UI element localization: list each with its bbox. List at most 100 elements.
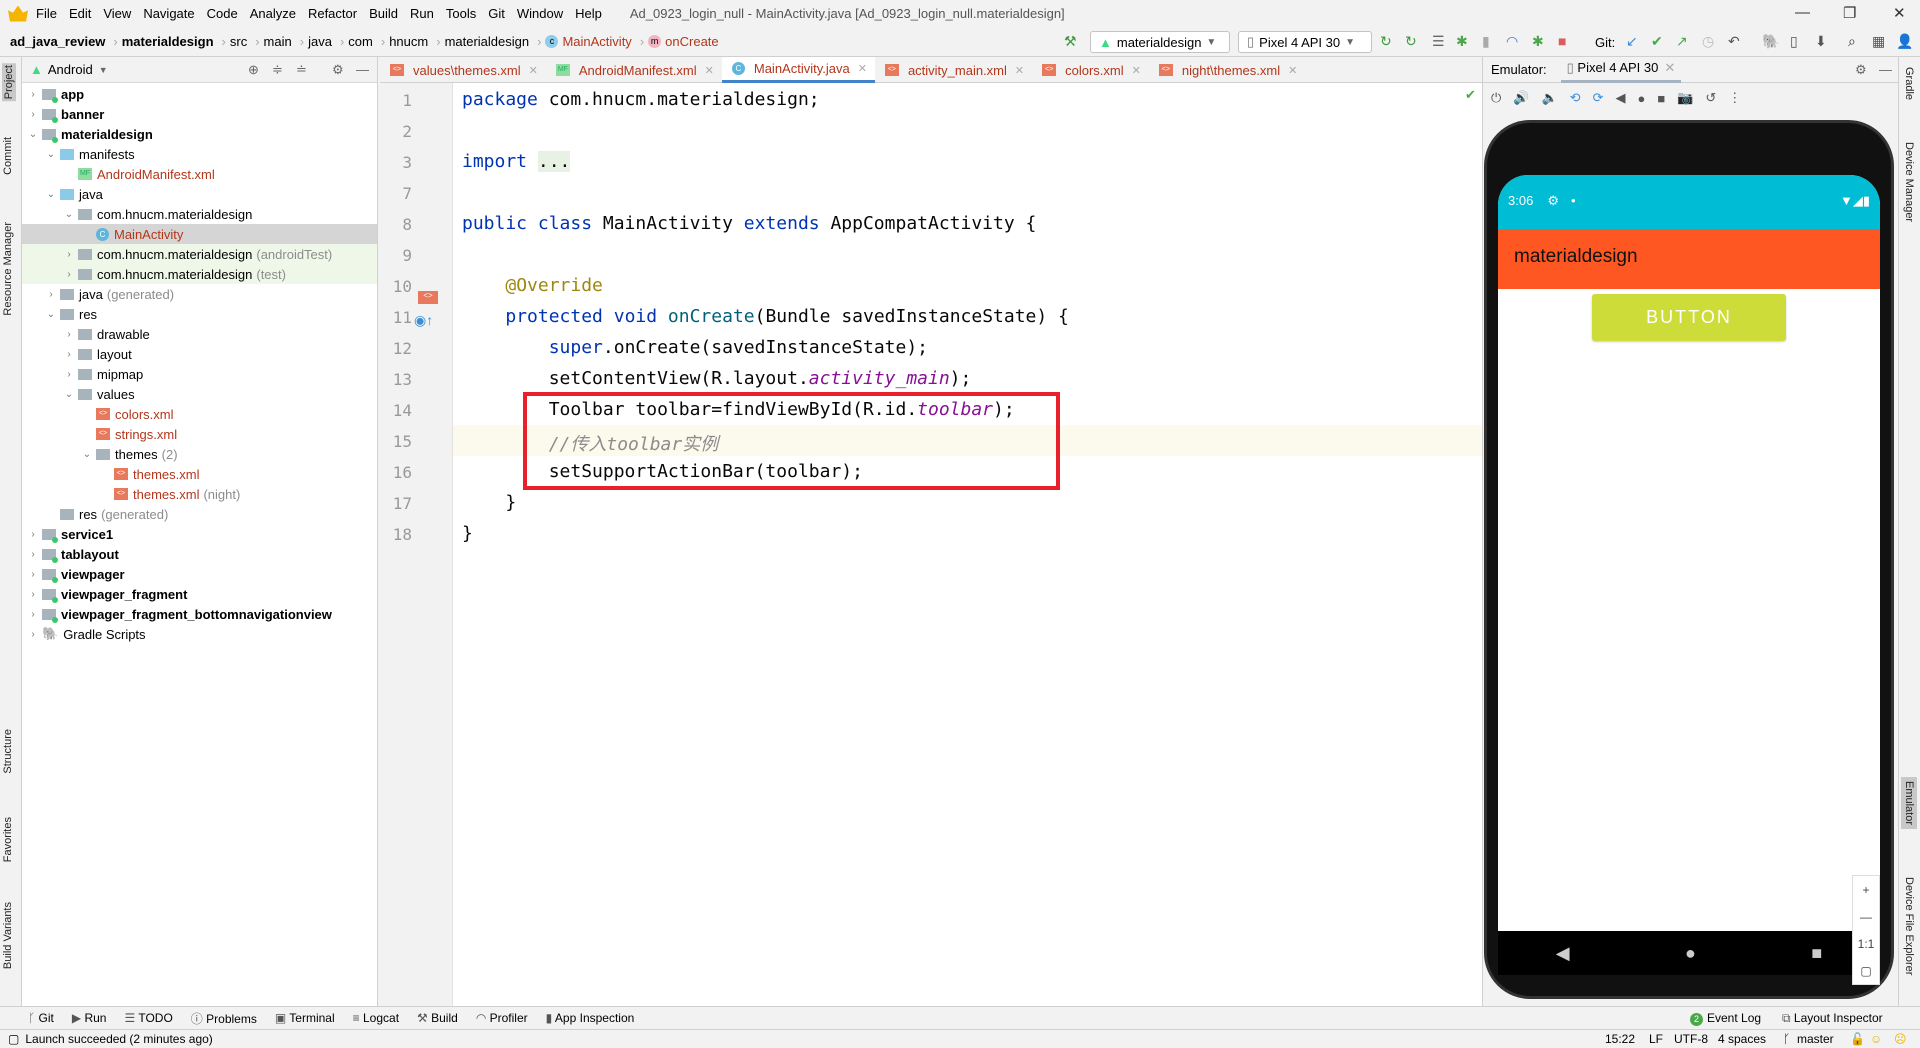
- rollback-icon[interactable]: ↶: [1728, 33, 1740, 50]
- close-icon[interactable]: ✕: [705, 64, 714, 77]
- chevron-right-icon[interactable]: ›: [26, 89, 40, 100]
- close-icon[interactable]: ✕: [1288, 64, 1297, 77]
- tool-window-build[interactable]: ⚒ Build: [417, 1011, 458, 1025]
- nav-recents-icon[interactable]: ■: [1811, 943, 1822, 964]
- git-commit-icon[interactable]: ✔: [1651, 33, 1663, 50]
- tree-item[interactable]: › mipmap: [22, 364, 377, 384]
- chevron-right-icon[interactable]: ›: [26, 589, 40, 600]
- tool-window-logcat[interactable]: ≡ Logcat: [353, 1011, 399, 1025]
- tree-item[interactable]: <> colors.xml: [22, 404, 377, 424]
- tool-window-problems[interactable]: ⓘ Problems: [191, 1010, 257, 1027]
- tree-item[interactable]: <> strings.xml: [22, 424, 377, 444]
- fit-screen-icon[interactable]: ▢: [1860, 964, 1871, 978]
- tool-window-terminal[interactable]: ▣ Terminal: [275, 1011, 335, 1025]
- home-icon[interactable]: ●: [1637, 91, 1645, 106]
- tool-window-run[interactable]: ▶ Run: [72, 1011, 107, 1025]
- tool-window-event-log[interactable]: 2 Event Log: [1690, 1011, 1761, 1026]
- code-editor[interactable]: 1 2 3 7 8 9 10 11 12 13 14 15 16 17 18 package com.hnu…: [380, 83, 1482, 1006]
- tab-mainactivity-java[interactable]: C MainActivity.java ✕: [721, 57, 875, 83]
- gear-icon[interactable]: ⚙: [332, 62, 344, 78]
- tree-item[interactable]: › java (generated): [22, 284, 377, 304]
- app-button[interactable]: BUTTON: [1592, 294, 1786, 341]
- chevron-down-icon[interactable]: ⌄: [26, 129, 40, 140]
- close-icon[interactable]: ✕: [529, 64, 538, 77]
- chevron-right-icon[interactable]: ›: [62, 269, 76, 280]
- tree-item[interactable]: › com.hnucm.materialdesign (androidTest): [22, 244, 377, 264]
- rerun-icon[interactable]: ↻: [1380, 33, 1392, 50]
- breadcrumb-item[interactable]: com: [348, 34, 373, 49]
- power-icon[interactable]: ⏻: [1491, 90, 1501, 106]
- tree-item[interactable]: <> themes.xml: [22, 464, 377, 484]
- device-select[interactable]: ▯ Pixel 4 API 30 ▼: [1238, 31, 1372, 53]
- tool-tab-resource-manager[interactable]: Resource Manager: [2, 222, 14, 316]
- breadcrumb-item[interactable]: MainActivity: [562, 34, 631, 49]
- tool-tab-emulator[interactable]: Emulator: [1901, 777, 1917, 830]
- stop-icon[interactable]: ■: [1558, 33, 1566, 49]
- code-line[interactable]: @Override: [462, 275, 603, 296]
- zoom-out-icon[interactable]: —: [1860, 910, 1872, 924]
- build-hammer-icon[interactable]: ⚒: [1064, 33, 1077, 50]
- back-icon[interactable]: ◀: [1615, 90, 1625, 106]
- tree-item[interactable]: res (generated): [22, 504, 377, 524]
- avatar[interactable]: 👤: [1896, 33, 1913, 50]
- tab-values-themes-xml[interactable]: <> values\themes.xml ✕: [380, 57, 546, 83]
- tool-window-profiler[interactable]: ◠ Profiler: [476, 1011, 528, 1025]
- menu-run[interactable]: Run: [410, 6, 434, 21]
- device-screen[interactable]: 3:06 ⚙ • ▼◢▮ materialdesign BUTTON ◀ ● ■: [1498, 175, 1880, 975]
- menu-edit[interactable]: Edit: [69, 6, 91, 21]
- tree-item[interactable]: MF AndroidManifest.xml: [22, 164, 377, 184]
- tool-window-layout-inspector[interactable]: ⧉ Layout Inspector: [1782, 1011, 1883, 1026]
- rotate-left-icon[interactable]: ⟲: [1570, 90, 1581, 106]
- tab-night-themes-xml[interactable]: <> night\themes.xml ✕: [1149, 57, 1305, 83]
- coverage-icon[interactable]: ☰: [1432, 33, 1445, 50]
- tab-activity-main-xml[interactable]: <> activity_main.xml ✕: [875, 57, 1032, 83]
- layout-xml-gutter-icon[interactable]: <>: [418, 291, 438, 304]
- volume-up-icon[interactable]: 🔊: [1513, 90, 1529, 106]
- menu-refactor[interactable]: Refactor: [308, 6, 357, 21]
- chevron-right-icon[interactable]: ›: [62, 369, 76, 380]
- smiley-icon[interactable]: ☺: [1870, 1032, 1882, 1046]
- lock-icon[interactable]: 🔓: [1850, 1032, 1865, 1046]
- locate-icon[interactable]: ⊕: [248, 62, 259, 78]
- menu-analyze[interactable]: Analyze: [250, 6, 296, 21]
- tree-item[interactable]: › banner: [22, 104, 377, 124]
- close-icon[interactable]: ✕: [1664, 60, 1675, 75]
- tool-tab-gradle[interactable]: Gradle: [1903, 67, 1915, 100]
- sdk-manager-icon[interactable]: ⬇: [1815, 33, 1827, 50]
- chevron-right-icon[interactable]: ›: [26, 609, 40, 620]
- chevron-right-icon[interactable]: ›: [26, 629, 40, 640]
- close-icon[interactable]: ✕: [1132, 64, 1141, 77]
- code-line[interactable]: package com.hnucm.materialdesign;: [462, 89, 820, 110]
- breadcrumb-item[interactable]: ad_java_review: [10, 34, 105, 49]
- breadcrumb-item[interactable]: materialdesign: [445, 34, 530, 49]
- code-line[interactable]: }: [462, 523, 473, 544]
- profile-icon[interactable]: ◠: [1506, 33, 1518, 50]
- tool-tab-project[interactable]: Project: [2, 63, 16, 102]
- expand-all-icon[interactable]: ≑: [272, 62, 283, 78]
- chevron-down-icon[interactable]: ⌄: [62, 389, 76, 400]
- breadcrumb-item[interactable]: java: [308, 34, 332, 49]
- chevron-down-icon[interactable]: ⌄: [80, 449, 94, 460]
- code-line[interactable]: }: [462, 492, 516, 513]
- nav-back-icon[interactable]: ◀: [1556, 943, 1570, 964]
- snapshot-icon[interactable]: ↺: [1705, 90, 1716, 106]
- tree-item[interactable]: ⌄ manifests: [22, 144, 377, 164]
- attach-debugger-icon[interactable]: ✱: [1532, 33, 1544, 50]
- close-button[interactable]: ✕: [1893, 4, 1906, 22]
- history-icon[interactable]: ◷: [1702, 33, 1714, 50]
- zoom-in-icon[interactable]: +: [1862, 883, 1869, 897]
- tab-androidmanifest-xml[interactable]: MF AndroidManifest.xml ✕: [546, 57, 722, 83]
- more-icon[interactable]: ⋮: [1728, 90, 1741, 106]
- tool-tab-device-file-explorer[interactable]: Device File Explorer: [1903, 877, 1915, 975]
- chevron-right-icon[interactable]: ›: [26, 569, 40, 580]
- frown-icon[interactable]: ☹: [1894, 1032, 1907, 1046]
- menu-build[interactable]: Build: [369, 6, 398, 21]
- tool-tab-build-variants[interactable]: Build Variants: [2, 902, 14, 969]
- chevron-right-icon[interactable]: ›: [62, 249, 76, 260]
- tool-tab-device-manager[interactable]: Device Manager: [1903, 142, 1915, 222]
- chevron-right-icon[interactable]: ›: [26, 109, 40, 120]
- git-branch[interactable]: master: [1797, 1032, 1834, 1046]
- device-manager-icon[interactable]: ▯: [1790, 33, 1798, 50]
- project-view-select[interactable]: Android: [48, 62, 93, 77]
- menu-file[interactable]: File: [36, 6, 57, 21]
